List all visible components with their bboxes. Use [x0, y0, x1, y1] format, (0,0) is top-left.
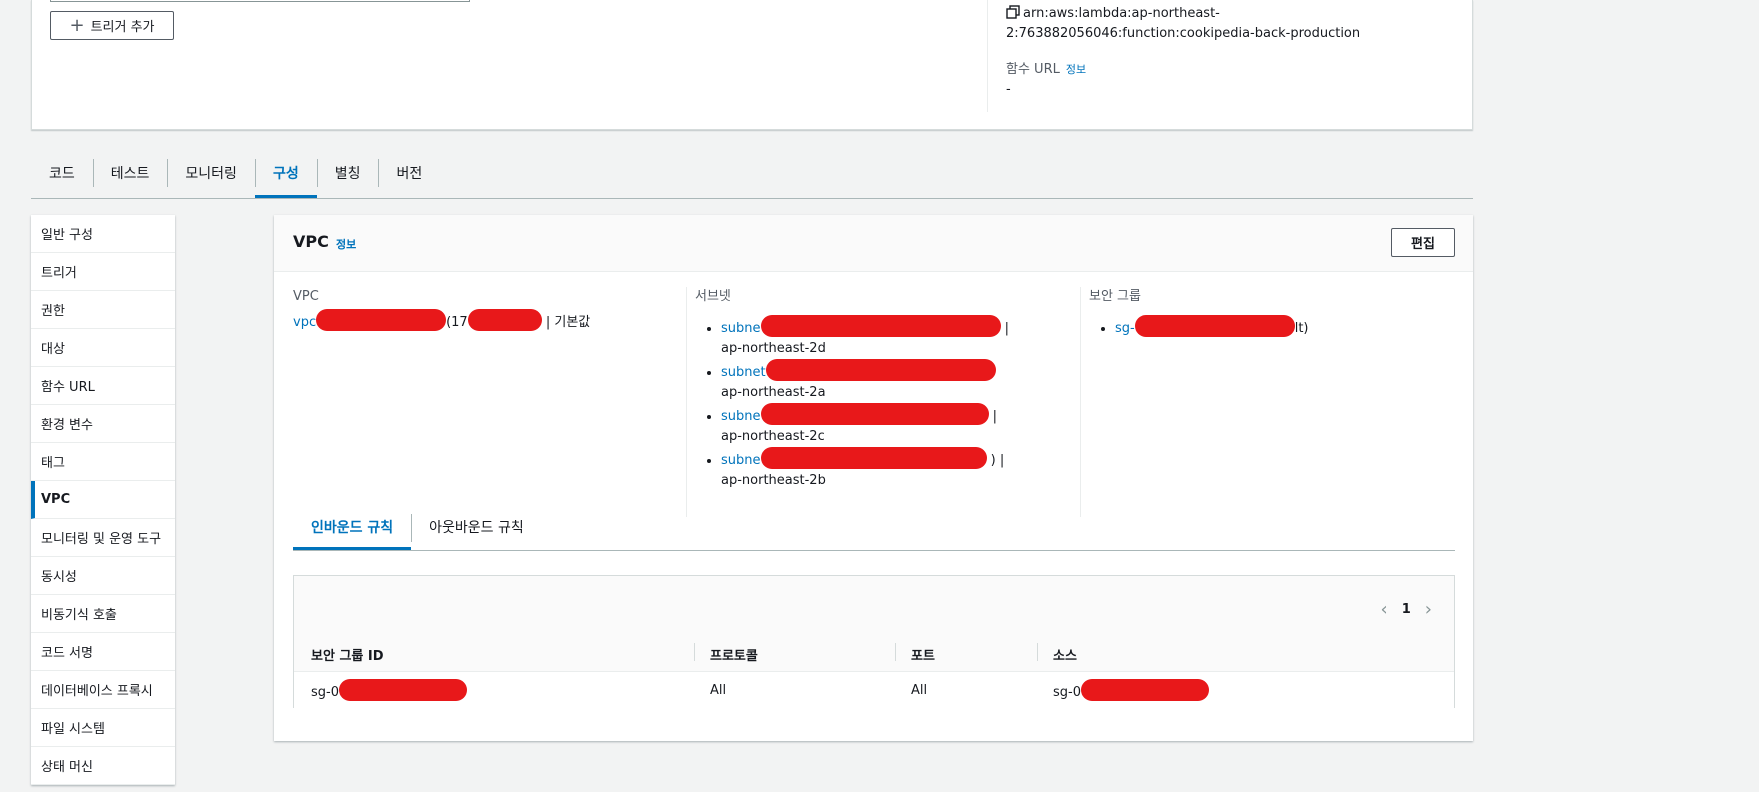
- cell-sg-id: sg-0: [294, 679, 694, 701]
- tab-configuration[interactable]: 구성: [254, 155, 317, 198]
- subnet-list: subne | ap-northeast-2d subnet ap-northe…: [687, 315, 1056, 491]
- redaction-mark: [339, 679, 467, 701]
- add-trigger-button[interactable]: + 트리거 추가: [50, 11, 174, 40]
- configuration-sidebar: 일반 구성 트리거 권한 대상 함수 URL 환경 변수 태그 VPC 모니터링…: [31, 215, 175, 785]
- vpc-panel-title: VPC: [293, 232, 329, 251]
- vpc-default-label: | 기본값: [545, 315, 591, 330]
- security-group-item: sg-lt): [1115, 315, 1405, 339]
- redaction-mark: [760, 403, 989, 425]
- vpc-link[interactable]: vpc: [293, 315, 316, 330]
- add-trigger-label: 트리거 추가: [90, 20, 155, 35]
- sidebar-item-db-proxy[interactable]: 데이터베이스 프록시: [31, 671, 175, 709]
- subnet-column: 서브넷 subne | ap-northeast-2d subnet ap-no…: [686, 287, 1056, 517]
- subnet-link[interactable]: subnet: [721, 365, 766, 380]
- function-url-label: 함수 URL: [1006, 62, 1060, 77]
- redaction-mark: [765, 359, 996, 381]
- sidebar-item-vpc[interactable]: VPC: [31, 481, 175, 519]
- subnet-az: ap-northeast-2a: [721, 385, 826, 400]
- subnet-label: 서브넷: [695, 289, 731, 304]
- subnet-link[interactable]: subne: [721, 453, 761, 468]
- security-group-label: 보안 그룹: [1089, 289, 1141, 304]
- trigger-list-box: [50, 0, 470, 2]
- security-group-link[interactable]: sg-: [1115, 321, 1135, 336]
- vpc-info-link[interactable]: 정보: [336, 236, 356, 252]
- function-arn: arn:aws:lambda:ap-northeast-2:7638820560…: [1006, 4, 1456, 44]
- rule-tabs: 인바운드 규칙 아웃바운드 규칙: [293, 508, 1455, 551]
- table-header: 보안 그룹 ID 프로토콜 포트 소스: [294, 638, 1454, 672]
- subnet-link[interactable]: subne: [721, 409, 761, 424]
- tab-aliases[interactable]: 별칭: [316, 155, 379, 198]
- sidebar-item-async-invocation[interactable]: 비동기식 호출: [31, 595, 175, 633]
- redaction-mark: [1081, 679, 1209, 701]
- column-divider: [987, 0, 988, 112]
- sidebar-item-general[interactable]: 일반 구성: [31, 215, 175, 253]
- tab-monitoring[interactable]: 모니터링: [167, 155, 255, 198]
- redaction-mark: [467, 309, 542, 331]
- security-group-list: sg-lt): [1081, 315, 1450, 339]
- arn-value: arn:aws:lambda:ap-northeast-2:7638820560…: [1006, 6, 1361, 41]
- column-header-port[interactable]: 포트: [895, 643, 1037, 664]
- vpc-cidr-prefix: (17: [446, 315, 468, 330]
- sidebar-item-env-vars[interactable]: 환경 변수: [31, 405, 175, 443]
- pagination: ‹ 1 ›: [1381, 599, 1432, 620]
- function-url-value: -: [1006, 82, 1011, 97]
- function-url: 함수 URL 정보: [1006, 58, 1086, 77]
- cell-port: All: [911, 682, 928, 698]
- copy-icon[interactable]: [1006, 5, 1020, 19]
- sidebar-item-function-url[interactable]: 함수 URL: [31, 367, 175, 405]
- column-header-protocol[interactable]: 프로토콜: [694, 643, 895, 664]
- security-group-suffix: lt): [1294, 321, 1309, 336]
- sidebar-item-tags[interactable]: 태그: [31, 443, 175, 481]
- rules-table: ‹ 1 › 보안 그룹 ID 프로토콜 포트 소스 sg-0 All All s…: [293, 575, 1455, 708]
- sg-id-text: sg-0: [311, 685, 339, 700]
- function-overview-panel: + 트리거 추가 arn:aws:lambda:ap-northeast-2:7…: [31, 0, 1473, 130]
- edit-button[interactable]: 편집: [1391, 228, 1455, 257]
- chevron-right-icon[interactable]: ›: [1425, 599, 1432, 620]
- subnet-item: subne | ap-northeast-2d: [721, 315, 1011, 359]
- page-number[interactable]: 1: [1402, 602, 1411, 617]
- vpc-column: VPC vpc (17 | 기본값: [293, 287, 663, 333]
- redaction-mark: [760, 315, 1001, 337]
- source-text: sg-0: [1053, 685, 1081, 700]
- cell-protocol: All: [710, 682, 727, 698]
- redaction-mark: [1134, 315, 1295, 337]
- cell-source: sg-0: [1037, 679, 1454, 701]
- sidebar-item-triggers[interactable]: 트리거: [31, 253, 175, 291]
- vpc-label: VPC: [293, 289, 319, 304]
- redaction-mark: [760, 447, 987, 469]
- subnet-item: subne ) | ap-northeast-2b: [721, 447, 1011, 491]
- tab-outbound-rules[interactable]: 아웃바운드 규칙: [411, 508, 542, 550]
- tab-inbound-rules[interactable]: 인바운드 규칙: [293, 508, 412, 550]
- table-row: sg-0 All All sg-0: [294, 672, 1454, 708]
- sidebar-item-state-machine[interactable]: 상태 머신: [31, 747, 175, 785]
- subnet-item: subnet ap-northeast-2a: [721, 359, 1011, 403]
- tab-test[interactable]: 테스트: [92, 155, 168, 198]
- redaction-mark: [316, 309, 447, 331]
- sidebar-item-monitoring-tools[interactable]: 모니터링 및 운영 도구: [31, 519, 175, 557]
- function-url-info-link[interactable]: 정보: [1066, 63, 1086, 76]
- function-tabs: 코드 테스트 모니터링 구성 별칭 버전: [31, 155, 1473, 199]
- plus-icon: +: [69, 14, 85, 36]
- tab-code[interactable]: 코드: [31, 155, 93, 198]
- column-header-sg-id[interactable]: 보안 그룹 ID: [294, 645, 694, 664]
- subnet-item: subne | ap-northeast-2c: [721, 403, 1011, 447]
- column-header-source[interactable]: 소스: [1037, 643, 1454, 664]
- vpc-panel-header: VPC 정보 편집: [274, 215, 1473, 272]
- vpc-value: vpc (17 | 기본값: [293, 309, 663, 333]
- chevron-left-icon[interactable]: ‹: [1381, 599, 1388, 620]
- vpc-panel: VPC 정보 편집 VPC vpc (17 | 기본값 서브넷 subne | a…: [274, 215, 1473, 741]
- subnet-link[interactable]: subne: [721, 321, 761, 336]
- sidebar-item-permissions[interactable]: 권한: [31, 291, 175, 329]
- security-group-column: 보안 그룹 sg-lt): [1080, 287, 1450, 517]
- sidebar-item-concurrency[interactable]: 동시성: [31, 557, 175, 595]
- tab-versions[interactable]: 버전: [378, 155, 440, 198]
- sidebar-item-code-signing[interactable]: 코드 서명: [31, 633, 175, 671]
- sidebar-item-destinations[interactable]: 대상: [31, 329, 175, 367]
- sidebar-item-file-system[interactable]: 파일 시스템: [31, 709, 175, 747]
